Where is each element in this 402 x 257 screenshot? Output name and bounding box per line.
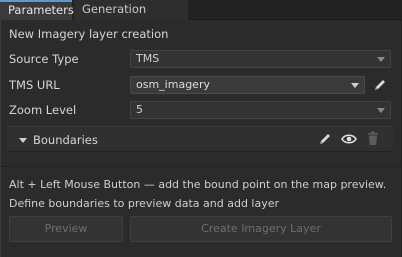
source-type-select[interactable]: TMS	[130, 50, 391, 68]
tms-url-label: TMS URL	[9, 78, 60, 92]
preview-button[interactable]: Preview	[9, 216, 123, 242]
trash-icon[interactable]	[367, 131, 379, 146]
boundaries-label: Boundaries	[33, 133, 98, 147]
zoom-level-value: 5	[136, 103, 143, 116]
tab-bar: Parameters Generation Settings	[0, 0, 402, 35]
pencil-icon[interactable]	[318, 132, 332, 146]
pencil-icon[interactable]	[373, 78, 387, 92]
hint-text: Alt + Left Mouse Button — add the bound …	[9, 178, 387, 191]
chevron-down-icon	[377, 57, 385, 62]
tab-generation-settings[interactable]: Generation Settings	[74, 0, 188, 35]
instruction-text: Define boundaries to preview data and ad…	[9, 197, 280, 210]
divider	[0, 166, 402, 167]
zoom-level-label: Zoom Level	[9, 103, 77, 117]
boundaries-section[interactable]: Boundaries	[7, 126, 393, 152]
chevron-down-icon	[377, 108, 385, 113]
zoom-level-select[interactable]: 5	[130, 101, 391, 119]
triangle-down-icon[interactable]	[19, 138, 27, 143]
tab-parameters[interactable]: Parameters	[0, 0, 74, 20]
tms-url-value: osm_imagery	[136, 78, 210, 91]
source-type-value: TMS	[136, 52, 160, 65]
tms-url-select[interactable]: osm_imagery	[130, 76, 365, 94]
section-title: New Imagery layer creation	[9, 27, 169, 41]
eye-icon[interactable]	[341, 132, 357, 146]
chevron-down-icon	[351, 83, 359, 88]
source-type-label: Source Type	[9, 52, 79, 66]
create-imagery-layer-button[interactable]: Create Imagery Layer	[130, 216, 392, 242]
